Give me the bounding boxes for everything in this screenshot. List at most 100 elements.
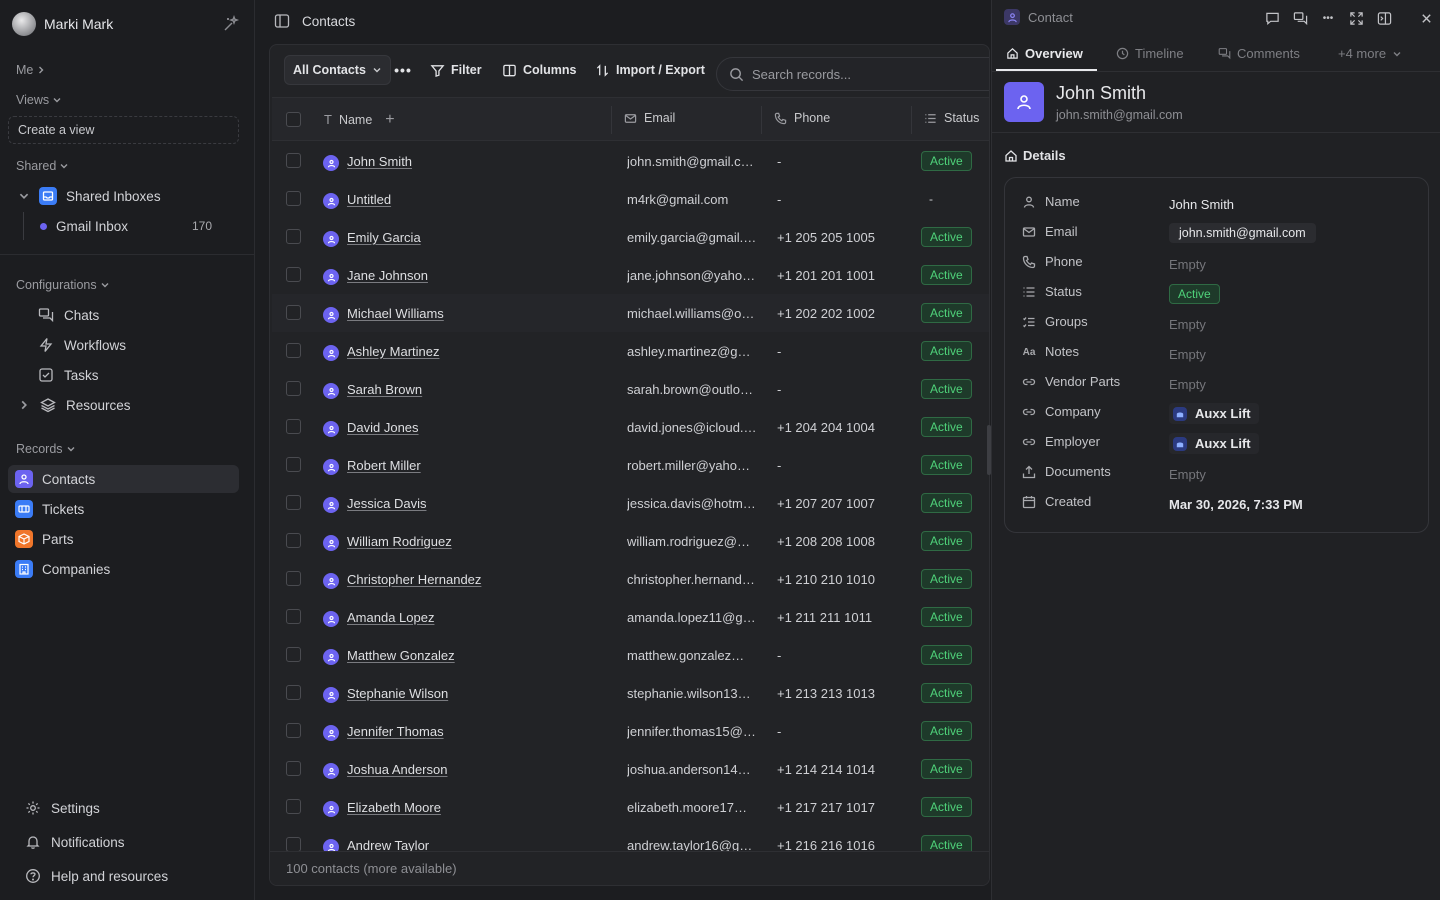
field-value[interactable]: Empty	[1169, 317, 1206, 332]
table-row[interactable]: Matthew Gonzalez matthew.gonzalez@gmail.c…	[272, 636, 989, 674]
table-row[interactable]: Amanda Lopez amanda.lopez11@gmail.com +1 2…	[272, 598, 989, 636]
row-checkbox[interactable]	[286, 153, 301, 168]
row-checkbox[interactable]	[286, 647, 301, 662]
records-section[interactable]: Records	[16, 442, 76, 456]
contact-name-link[interactable]: Jennifer Thomas	[347, 724, 444, 739]
field-value[interactable]: Active	[1169, 284, 1220, 304]
import-export-button[interactable]: Import / Export	[587, 55, 713, 85]
sidebar-item-tasks[interactable]: Tasks	[37, 361, 99, 389]
contact-name-link[interactable]: John Smith	[347, 154, 412, 169]
chevron-down-icon[interactable]	[18, 190, 30, 202]
field-value[interactable]: Auxx Lift	[1169, 433, 1259, 454]
table-row[interactable]: Ashley Martinez ashley.martinez@gmail.com…	[272, 332, 989, 370]
columns-button[interactable]: Columns	[494, 55, 584, 85]
table-row[interactable]: David Jones david.jones@icloud.com +1 204 …	[272, 408, 989, 446]
row-checkbox[interactable]	[286, 495, 301, 510]
tab-timeline[interactable]: Timeline	[1116, 46, 1184, 61]
sidebar-item-help[interactable]: Help and resources	[24, 862, 168, 890]
shared-section[interactable]: Shared	[16, 159, 69, 173]
tab-more[interactable]: +4 more	[1338, 46, 1402, 61]
me-section[interactable]: Me	[16, 63, 46, 77]
contact-name-link[interactable]: Untitled	[347, 192, 391, 207]
table-row[interactable]: Emily Garcia emily.garcia@gmail.com +1 205…	[272, 218, 989, 256]
row-checkbox[interactable]	[286, 761, 301, 776]
chevron-right-icon[interactable]	[18, 399, 30, 411]
sidebar-item-gmail-inbox[interactable]: Gmail Inbox	[40, 212, 128, 240]
contact-name-link[interactable]: Jane Johnson	[347, 268, 428, 283]
contact-name-link[interactable]: Jessica Davis	[347, 496, 426, 511]
view-selector[interactable]: All Contacts	[284, 55, 391, 85]
row-checkbox[interactable]	[286, 571, 301, 586]
row-checkbox[interactable]	[286, 799, 301, 814]
column-divider[interactable]	[761, 106, 762, 134]
create-view-button[interactable]: Create a view	[8, 116, 239, 144]
row-checkbox[interactable]	[286, 685, 301, 700]
search-input[interactable]: Search records...	[716, 57, 989, 91]
sidebar-item-chats[interactable]: Chats	[37, 301, 99, 329]
chat-icon[interactable]	[1292, 10, 1308, 26]
contact-name-link[interactable]: Robert Miller	[347, 458, 421, 473]
field-value[interactable]: Mar 30, 2026, 7:33 PM	[1169, 497, 1303, 512]
row-checkbox[interactable]	[286, 229, 301, 244]
comment-icon[interactable]	[1264, 10, 1280, 26]
close-icon[interactable]	[1418, 10, 1434, 26]
sidebar-item-notifications[interactable]: Notifications	[24, 828, 125, 856]
contact-name-link[interactable]: Sarah Brown	[347, 382, 422, 397]
table-row[interactable]: Untitled m4rk@gmail.com - -	[272, 180, 989, 218]
configurations-section[interactable]: Configurations	[16, 278, 110, 292]
tab-overview[interactable]: Overview	[1006, 46, 1083, 61]
column-divider[interactable]	[911, 106, 912, 134]
contact-name-link[interactable]: Elizabeth Moore	[347, 800, 441, 815]
ellipsis-icon[interactable]: •••	[1320, 10, 1336, 26]
field-value[interactable]: Empty	[1169, 257, 1206, 272]
contact-name-link[interactable]: Emily Garcia	[347, 230, 421, 245]
table-row[interactable]: Stephanie Wilson stephanie.wilson13@gmail…	[272, 674, 989, 712]
table-row[interactable]: Elizabeth Moore elizabeth.moore17@gmail.c…	[272, 788, 989, 826]
table-row[interactable]: Sarah Brown sarah.brown@outlook.com - Activ…	[272, 370, 989, 408]
column-header-name[interactable]: T Name +	[324, 111, 395, 127]
sidebar-item-shared-inboxes[interactable]: Shared Inboxes	[18, 182, 161, 210]
row-checkbox[interactable]	[286, 837, 301, 852]
row-checkbox[interactable]	[286, 267, 301, 282]
sidebar-item-parts[interactable]: Parts	[15, 525, 74, 553]
contact-name-link[interactable]: William Rodriguez	[347, 534, 452, 549]
sidebar-item-tickets[interactable]: Tickets	[15, 495, 84, 523]
sidebar-item-contacts[interactable]: Contacts	[15, 465, 95, 493]
table-row[interactable]: John Smith john.smith@gmail.com - Active	[272, 142, 989, 180]
table-row[interactable]: Jennifer Thomas jennifer.thomas15@gmail.c…	[272, 712, 989, 750]
row-checkbox[interactable]	[286, 609, 301, 624]
row-checkbox[interactable]	[286, 723, 301, 738]
column-header-status[interactable]: Status	[924, 111, 979, 125]
workspace-switcher[interactable]: Marki Mark	[12, 12, 113, 36]
row-checkbox[interactable]	[286, 419, 301, 434]
select-all-checkbox[interactable]	[286, 112, 301, 127]
column-header-email[interactable]: Email	[624, 111, 675, 125]
sidebar-toggle-icon[interactable]	[274, 13, 290, 32]
field-value[interactable]: Empty	[1169, 347, 1206, 362]
filter-button[interactable]: Filter	[422, 55, 490, 85]
table-row[interactable]: Andrew Taylor andrew.taylor16@gmail.com +1…	[272, 826, 989, 852]
contact-name-link[interactable]: Michael Williams	[347, 306, 444, 321]
row-checkbox[interactable]	[286, 191, 301, 206]
field-value[interactable]: Auxx Lift	[1169, 403, 1259, 424]
contact-name-link[interactable]: Andrew Taylor	[347, 838, 429, 852]
table-row[interactable]: Michael Williams michael.williams@outlook…	[272, 294, 989, 332]
row-checkbox[interactable]	[286, 381, 301, 396]
table-row[interactable]: Jessica Davis jessica.davis@hotmail.com +1…	[272, 484, 989, 522]
sidebar-item-resources[interactable]: Resources	[18, 391, 131, 419]
sparkle-icon[interactable]	[222, 14, 240, 33]
expand-icon[interactable]	[1348, 10, 1364, 26]
table-row[interactable]: Jane Johnson jane.johnson@yahoo.com +1 201…	[272, 256, 989, 294]
contact-name-link[interactable]: Amanda Lopez	[347, 610, 434, 625]
field-value[interactable]: Empty	[1169, 377, 1206, 392]
column-header-phone[interactable]: Phone	[774, 111, 830, 125]
sidebar-item-companies[interactable]: Companies	[15, 555, 110, 583]
table-row[interactable]: William Rodriguez william.rodriguez@gmail…	[272, 522, 989, 560]
sidebar-item-settings[interactable]: Settings	[24, 794, 100, 822]
row-checkbox[interactable]	[286, 343, 301, 358]
contact-name-link[interactable]: David Jones	[347, 420, 419, 435]
contact-name-link[interactable]: Stephanie Wilson	[347, 686, 448, 701]
views-section[interactable]: Views	[16, 93, 62, 107]
contact-name-link[interactable]: Christopher Hernandez	[347, 572, 481, 587]
field-value[interactable]: john.smith@gmail.com	[1169, 223, 1316, 243]
